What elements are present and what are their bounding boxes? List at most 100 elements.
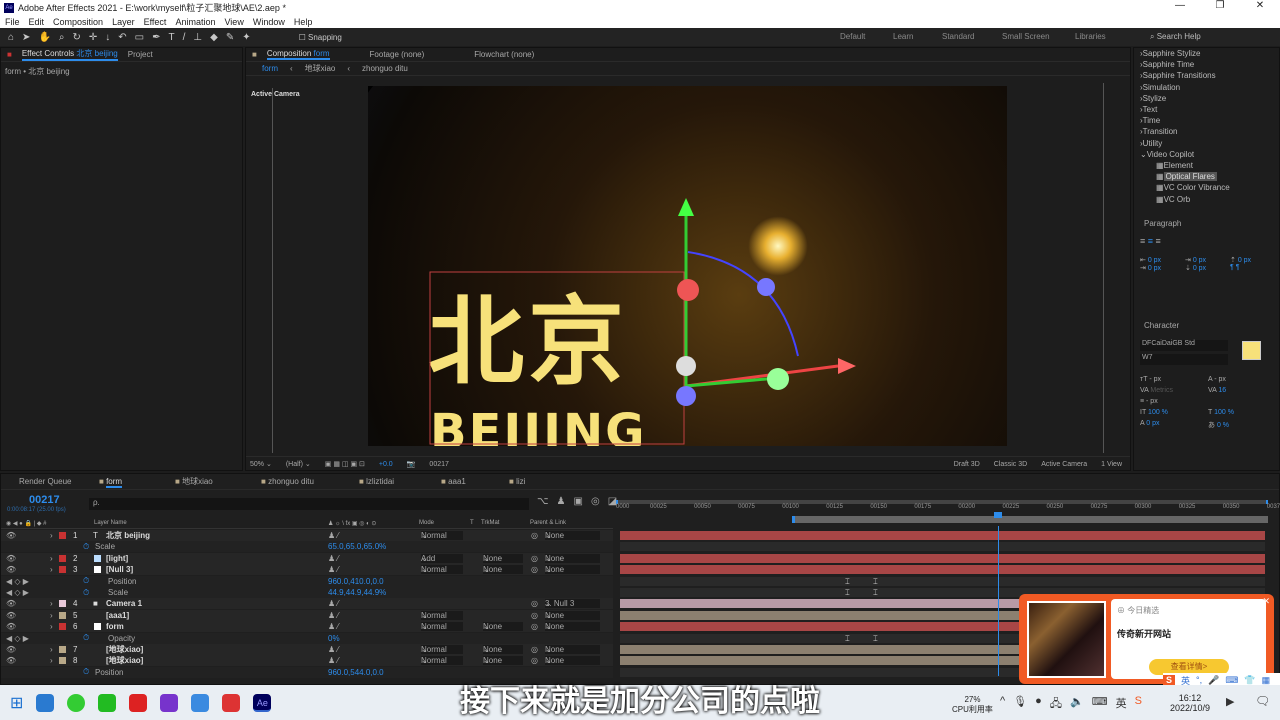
parent-select[interactable]: None ⌄ bbox=[545, 610, 600, 620]
menu-help[interactable]: Help bbox=[294, 17, 313, 27]
layer-row[interactable]: 👁 › 2 [light] ♟ ⁄ Add ⌄ None ⌄ ◎ None ⌄ bbox=[1, 552, 613, 564]
keyframe-nav-icon[interactable]: ◀ ◇ ▶ bbox=[6, 634, 29, 643]
layer-duration-bar[interactable] bbox=[620, 531, 1265, 540]
label-color-swatch[interactable] bbox=[59, 646, 66, 653]
label-color-swatch[interactable] bbox=[59, 554, 66, 562]
layer-name[interactable]: [light] bbox=[106, 554, 128, 563]
parent-select[interactable]: None ⌄ bbox=[545, 645, 600, 654]
effect-category[interactable]: › Sapphire Stylize bbox=[1140, 48, 1279, 59]
snapping-checkbox[interactable]: ☐ Snapping bbox=[299, 33, 342, 42]
indent-first[interactable]: ⇥ 0 px bbox=[1185, 256, 1230, 264]
visibility-eye-icon[interactable]: 👁 bbox=[6, 565, 16, 574]
vertical-scale-field[interactable]: IT 100 % bbox=[1140, 409, 1208, 416]
label-color-swatch[interactable] bbox=[59, 566, 66, 574]
playhead-marker[interactable] bbox=[994, 512, 1003, 518]
ad-popup[interactable]: ⊕ 今日精选 传奇新开网站 查看详情> ⌄ ✕ bbox=[1019, 594, 1274, 684]
visibility-eye-icon[interactable]: 👁 bbox=[6, 645, 16, 654]
stopwatch-icon[interactable]: ⏱ bbox=[83, 588, 89, 598]
layer-name[interactable]: Camera 1 bbox=[106, 599, 142, 608]
exposure-value[interactable]: +0.0 bbox=[379, 461, 393, 468]
layer-name[interactable]: [地球xiao] bbox=[106, 655, 143, 666]
indent-right[interactable]: ⇥ 0 px bbox=[1140, 264, 1185, 272]
keyframe-icon[interactable]: ⌶ bbox=[845, 577, 850, 587]
blend-mode-select[interactable]: Normal ⌄ bbox=[421, 565, 463, 575]
indent-left[interactable]: ⇤ 0 px bbox=[1140, 256, 1185, 264]
layer-name[interactable]: [Null 3] bbox=[106, 565, 133, 574]
effect-item[interactable]: ▦ Element bbox=[1140, 160, 1279, 171]
parent-select[interactable]: None ⌄ bbox=[545, 622, 600, 632]
tab-footage[interactable]: Footage (none) bbox=[370, 50, 425, 59]
eraser-tool-icon[interactable]: ◆ bbox=[210, 32, 218, 43]
property-row[interactable]: ◀ ◇ ▶ ⏱ Opacity 0% bbox=[1, 632, 613, 644]
keyframe-icon[interactable]: ⌶ bbox=[873, 588, 878, 598]
menu-effect[interactable]: Effect bbox=[144, 17, 167, 27]
workspace-learn[interactable]: Learn bbox=[893, 32, 913, 41]
tsume-field[interactable]: あ 0 % bbox=[1208, 420, 1276, 430]
search-help-input[interactable]: ⌕ Search Help bbox=[1150, 32, 1201, 42]
magnification-select[interactable]: 50% ⌄ bbox=[250, 460, 272, 468]
property-row[interactable]: ◀ ◇ ▶ ⏱ Position 960.0,410.0,0.0 bbox=[1, 575, 613, 587]
expand-chevron-icon[interactable]: › bbox=[50, 554, 53, 563]
minimize-button[interactable]: — bbox=[1160, 0, 1200, 11]
shy-switch-icon[interactable]: ♟ ⁄ bbox=[328, 622, 339, 631]
header-mode[interactable]: Mode bbox=[419, 520, 434, 526]
baseline-shift-field[interactable]: A 0 px bbox=[1140, 420, 1208, 430]
menu-file[interactable]: File bbox=[5, 17, 20, 27]
layer-row[interactable]: 👁 › 3 [Null 3] ♟ ⁄ Normal ⌄ None ⌄ ◎ Non… bbox=[1, 564, 613, 576]
tab-zhonguo-ditu[interactable]: ■ zhonguo ditu bbox=[261, 477, 359, 486]
expand-chevron-icon[interactable]: › bbox=[50, 565, 53, 574]
keyframe-nav-icon[interactable]: ◀ ◇ ▶ bbox=[6, 588, 29, 597]
keyframe-icon[interactable]: ⌶ bbox=[845, 588, 850, 598]
timecode-field[interactable]: 00217 bbox=[429, 461, 448, 468]
maximize-button[interactable]: ❐ bbox=[1200, 0, 1240, 11]
trkmat-select[interactable]: None ⌄ bbox=[483, 553, 523, 563]
orbit-tool-icon[interactable]: ↻ bbox=[73, 32, 81, 43]
layer-duration-bar[interactable] bbox=[620, 553, 1265, 563]
blend-mode-select[interactable]: Normal ⌄ bbox=[421, 531, 463, 540]
layer-row[interactable]: 👁 › 5 [aaa1] ♟ ⁄ Normal ⌄ ◎ None ⌄ bbox=[1, 609, 613, 621]
kerning-field[interactable]: VA Metrics bbox=[1140, 387, 1208, 394]
layer-name[interactable]: form bbox=[106, 622, 124, 631]
zoom-tool-icon[interactable]: ⌕ bbox=[59, 32, 65, 43]
effect-category[interactable]: › Sapphire Transitions bbox=[1140, 70, 1279, 81]
layer-row[interactable]: 👁 › 8 [地球xiao] ♟ ⁄ Normal ⌄ None ⌄ ◎ Non… bbox=[1, 655, 613, 667]
blend-mode-select[interactable]: Normal ⌄ bbox=[421, 610, 463, 620]
expand-chevron-icon[interactable]: › bbox=[50, 599, 53, 608]
tab-lizi[interactable]: ■ lizi bbox=[509, 477, 525, 486]
nav-form[interactable]: form bbox=[262, 64, 278, 73]
space-after[interactable]: ⇣ 0 px bbox=[1185, 264, 1230, 272]
type-tool-icon[interactable]: T bbox=[169, 32, 175, 43]
composition-viewer[interactable]: 北京 BEIJING bbox=[368, 86, 1007, 446]
visibility-eye-icon[interactable]: 👁 bbox=[6, 622, 16, 631]
space-before[interactable]: ⇡ 0 px bbox=[1230, 256, 1275, 264]
renderer-select[interactable]: Classic 3D bbox=[994, 461, 1027, 468]
trkmat-select[interactable]: None ⌄ bbox=[483, 645, 523, 654]
zoom-bar[interactable] bbox=[616, 500, 1268, 504]
keyframe-nav-icon[interactable]: ◀ ◇ ▶ bbox=[6, 577, 29, 586]
camera-select[interactable]: Active Camera bbox=[1041, 461, 1087, 468]
layer-row[interactable]: 👁 › 1 T 北京 beijing ♟ ⁄ Normal ⌄ ◎ None ⌄ bbox=[1, 530, 613, 541]
tab-aaa1[interactable]: ■ aaa1 bbox=[441, 477, 509, 486]
effect-category[interactable]: › Sapphire Time bbox=[1140, 59, 1279, 70]
stopwatch-icon[interactable]: ⏱ bbox=[83, 542, 89, 552]
brush-tool-icon[interactable]: / bbox=[183, 32, 186, 43]
effect-category[interactable]: › Transition bbox=[1140, 126, 1279, 137]
parent-select[interactable]: None ⌄ bbox=[545, 565, 600, 575]
rectangle-tool-icon[interactable]: ▭ bbox=[135, 32, 144, 43]
menu-window[interactable]: Window bbox=[253, 17, 285, 27]
label-color-swatch[interactable] bbox=[59, 532, 66, 539]
nav-diqiu[interactable]: 地球xiao bbox=[305, 63, 336, 74]
timeline-switch-icons[interactable]: ⌥ ♟ ▣ ◎ ◪ bbox=[537, 496, 617, 507]
shy-switch-icon[interactable]: ♟ ⁄ bbox=[328, 531, 339, 540]
visibility-eye-icon[interactable]: 👁 bbox=[6, 554, 16, 563]
tab-composition[interactable]: Composition form bbox=[266, 49, 330, 60]
shy-switch-icon[interactable]: ♟ ⁄ bbox=[328, 554, 339, 563]
layer-row[interactable]: 👁 › 7 [地球xiao] ♟ ⁄ Normal ⌄ None ⌄ ◎ Non… bbox=[1, 644, 613, 655]
keyframe-icon[interactable]: ⌶ bbox=[873, 577, 878, 587]
property-value[interactable]: 0% bbox=[328, 634, 340, 643]
effect-category[interactable]: › Utility bbox=[1140, 138, 1279, 149]
trkmat-select[interactable]: None ⌄ bbox=[483, 565, 523, 575]
blend-mode-select[interactable]: Normal ⌄ bbox=[421, 645, 463, 654]
horizontal-scale-field[interactable]: T 100 % bbox=[1208, 409, 1276, 416]
expand-chevron-icon[interactable]: › bbox=[50, 656, 53, 665]
